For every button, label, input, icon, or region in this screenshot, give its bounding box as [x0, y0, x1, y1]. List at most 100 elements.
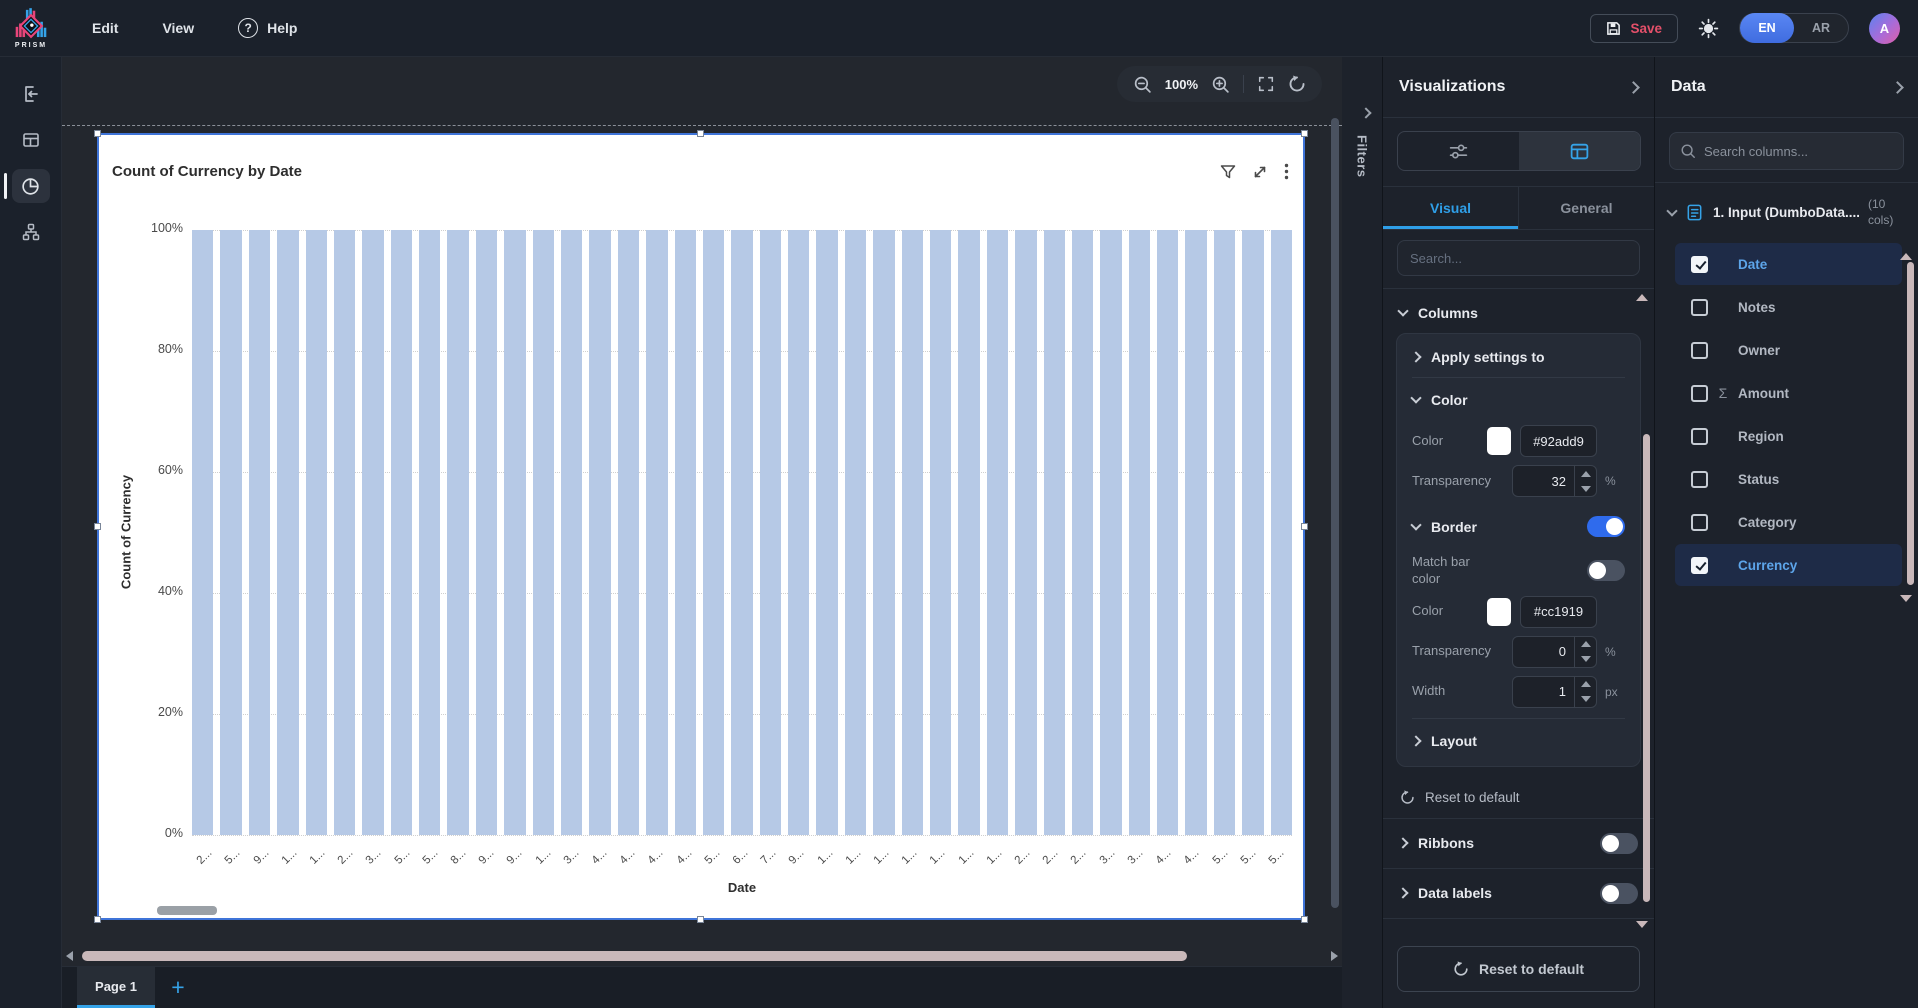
bar[interactable]	[1185, 230, 1207, 835]
ribbons-section[interactable]: Ribbons	[1383, 819, 1654, 869]
zoom-in-button[interactable]	[1211, 75, 1230, 94]
fit-to-screen-button[interactable]	[1257, 75, 1275, 93]
ribbons-toggle[interactable]	[1600, 832, 1638, 854]
spinner-down-button[interactable]	[1575, 652, 1596, 667]
bar[interactable]	[702, 230, 725, 835]
add-page-button[interactable]: +	[155, 967, 201, 1008]
bar[interactable]	[419, 230, 441, 835]
collapse-sidebar-button[interactable]	[12, 77, 50, 111]
field-row-region[interactable]: Region	[1675, 415, 1902, 457]
bar[interactable]	[958, 230, 980, 835]
viz-search-input[interactable]	[1397, 240, 1640, 276]
bar[interactable]	[333, 230, 356, 835]
app-logo[interactable]: PRISM	[0, 0, 62, 57]
bar[interactable]	[362, 230, 384, 835]
filters-collapsed-panel[interactable]: Filters	[1342, 57, 1383, 1008]
expand-visual-icon[interactable]	[1252, 164, 1268, 180]
selection-handle[interactable]	[94, 916, 101, 923]
bar[interactable]	[305, 230, 327, 835]
bar[interactable]	[816, 230, 838, 835]
report-canvas[interactable]: 100% Count of Currency by Date 100% 80% …	[62, 57, 1342, 1008]
zoom-out-button[interactable]	[1133, 75, 1152, 94]
field-row-status[interactable]: Status	[1675, 458, 1902, 500]
bar[interactable]	[1043, 230, 1065, 835]
bar[interactable]	[1213, 230, 1236, 835]
menu-view[interactable]: View	[162, 20, 194, 36]
selection-handle[interactable]	[1301, 916, 1308, 923]
bar[interactable]	[220, 230, 242, 835]
field-checkbox[interactable]	[1691, 255, 1708, 273]
bar[interactable]	[1015, 230, 1037, 835]
spinner-down-button[interactable]	[1575, 481, 1596, 496]
bar-color-swatch[interactable]	[1487, 427, 1511, 455]
spinner-up-button[interactable]	[1575, 466, 1596, 481]
more-options-icon[interactable]	[1284, 163, 1289, 180]
field-checkbox[interactable]	[1691, 341, 1708, 359]
bar[interactable]	[447, 230, 469, 835]
field-row-owner[interactable]: Owner	[1675, 329, 1902, 371]
data-labels-section[interactable]: Data labels	[1383, 869, 1654, 919]
filter-funnel-icon[interactable]	[1220, 164, 1236, 180]
reset-to-default-button[interactable]: Reset to default	[1397, 946, 1640, 992]
bar[interactable]	[674, 230, 696, 835]
layout-group-header[interactable]: Layout	[1410, 722, 1625, 758]
bar[interactable]	[1128, 230, 1151, 835]
tab-general[interactable]: General	[1519, 187, 1654, 229]
scroll-left-arrow[interactable]	[66, 951, 73, 961]
field-row-amount[interactable]: Σ Amount	[1675, 372, 1902, 414]
columns-search-input[interactable]	[1704, 143, 1893, 159]
scroll-track[interactable]	[77, 951, 1327, 961]
bar[interactable]	[617, 230, 640, 835]
data-labels-toggle[interactable]	[1600, 882, 1638, 904]
bar[interactable]	[646, 230, 668, 835]
expand-filters-icon[interactable]	[1360, 107, 1372, 119]
bar[interactable]	[475, 230, 498, 835]
field-row-currency[interactable]: Currency	[1675, 544, 1902, 587]
bar[interactable]	[504, 230, 526, 835]
collapse-data-icon[interactable]	[1891, 80, 1904, 94]
field-checkbox[interactable]	[1691, 427, 1708, 445]
selection-handle[interactable]	[1301, 130, 1308, 137]
selection-handle[interactable]	[94, 522, 101, 530]
flow-view-button[interactable]	[12, 215, 50, 249]
language-ar-button[interactable]: AR	[1794, 13, 1848, 43]
menu-help[interactable]: ? Help	[238, 18, 297, 38]
border-group-header[interactable]: Border	[1410, 505, 1625, 546]
bar[interactable]	[844, 230, 867, 835]
bar[interactable]	[929, 230, 952, 835]
bar[interactable]	[759, 230, 782, 835]
spinner-up-button[interactable]	[1575, 637, 1596, 652]
apply-settings-row[interactable]: Apply settings to	[1410, 338, 1625, 374]
bar[interactable]	[1100, 230, 1122, 835]
language-en-button[interactable]: EN	[1740, 13, 1794, 43]
field-checkbox[interactable]	[1691, 384, 1708, 402]
field-checkbox[interactable]	[1691, 556, 1708, 574]
selection-handle[interactable]	[697, 916, 704, 923]
bar[interactable]	[873, 230, 895, 835]
border-toggle[interactable]	[1587, 516, 1625, 537]
bar[interactable]	[1270, 230, 1292, 835]
bar[interactable]	[1157, 230, 1179, 835]
bar[interactable]	[788, 230, 810, 835]
bar[interactable]	[731, 230, 753, 835]
scroll-down-arrow[interactable]	[1636, 921, 1648, 928]
bar[interactable]	[986, 230, 1009, 835]
menu-edit[interactable]: Edit	[92, 20, 118, 36]
collapse-visualizations-icon[interactable]	[1627, 80, 1640, 94]
color-group-header[interactable]: Color	[1410, 381, 1625, 417]
page-tab-1[interactable]: Page 1	[77, 967, 155, 1008]
charts-view-button[interactable]	[3, 169, 50, 203]
bar[interactable]	[1071, 230, 1094, 835]
reset-to-default-link[interactable]: Reset to default	[1383, 777, 1654, 819]
selection-handle[interactable]	[1301, 522, 1308, 530]
user-avatar[interactable]: A	[1869, 12, 1900, 44]
viz-scrollbar-thumb[interactable]	[1643, 434, 1650, 902]
columns-section-header[interactable]: Columns	[1383, 289, 1654, 331]
scroll-thumb[interactable]	[82, 951, 1187, 961]
bar[interactable]	[901, 230, 923, 835]
field-row-date[interactable]: Date	[1675, 243, 1902, 286]
bar[interactable]	[560, 230, 583, 835]
bar-color-hex-input[interactable]	[1520, 425, 1597, 457]
bar[interactable]	[192, 230, 214, 835]
build-visual-mode-button[interactable]	[1398, 132, 1519, 170]
